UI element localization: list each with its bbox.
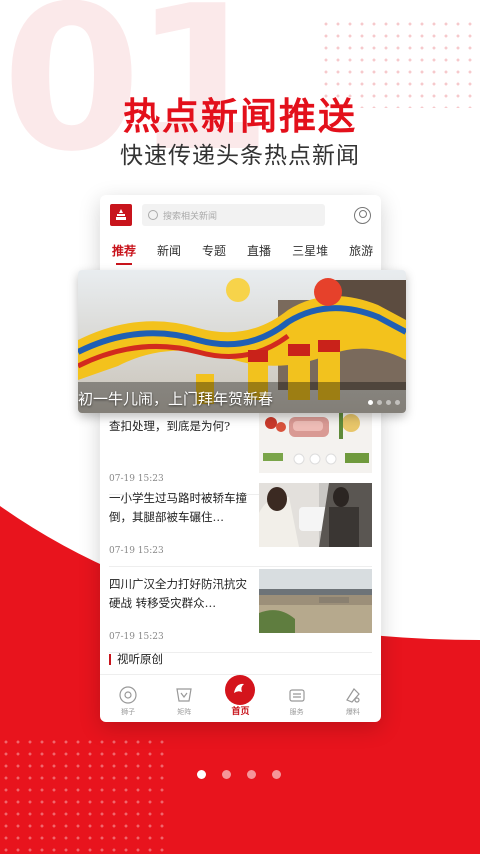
app-header: 搜索相关新闻 (100, 195, 381, 235)
nav-item-label: 爆料 (345, 708, 360, 716)
section-title: 视听原创 (117, 652, 163, 666)
news-thumbnail (259, 569, 372, 633)
disc-icon (119, 686, 137, 704)
tab-travel[interactable]: 旅游 (349, 242, 373, 259)
tab-live[interactable]: 直播 (247, 242, 271, 259)
search-placeholder: 搜索相关新闻 (163, 211, 218, 222)
nav-item-label: 狮子 (121, 708, 136, 716)
nav-item-label: 矩阵 (177, 708, 192, 716)
home-icon (225, 675, 256, 705)
news-title: 一小学生过马路时被轿车撞倒，其腿部被车碾住… (109, 491, 247, 524)
nav-item-home[interactable]: 首页 (220, 675, 260, 717)
nav-item-lion[interactable]: 狮子 (108, 686, 148, 717)
nav-item-label: 服务 (289, 708, 304, 716)
list-item[interactable]: 一小学生过马路时被轿车撞倒，其腿部被车碾住… 07-19 15:23 (109, 481, 372, 567)
page-dot[interactable] (222, 770, 231, 779)
subheadline: 快速传递头条热点新闻 (120, 143, 360, 169)
featured-banner[interactable]: 初一牛儿闹，上门拜年贺新春 (78, 270, 406, 413)
report-icon (345, 688, 360, 703)
page-indicator (197, 770, 281, 779)
banner-dot[interactable] (377, 400, 382, 405)
nav-item-report[interactable]: 爆料 (333, 686, 373, 717)
news-thumbnail (259, 403, 372, 473)
tab-news[interactable]: 新闻 (157, 242, 181, 259)
app-logo[interactable] (110, 204, 132, 226)
banner-dot[interactable] (395, 400, 400, 405)
bottom-navigation: 狮子 矩阵 首页 服务 爆料 (100, 674, 381, 722)
nav-item-matrix[interactable]: 矩阵 (164, 686, 204, 717)
news-thumbnail (259, 483, 372, 547)
banner-caption: 初一牛儿闹，上门拜年贺新春 (78, 390, 274, 408)
dot-pattern-bottom-left (0, 736, 170, 854)
service-icon (289, 689, 305, 702)
search-input[interactable]: 搜索相关新闻 (142, 204, 325, 226)
news-time: 07-19 15:23 (109, 546, 164, 556)
section-header: 视听原创 (109, 651, 163, 667)
matrix-icon (176, 688, 192, 702)
tab-topics[interactable]: 专题 (202, 242, 226, 259)
page-dot-active[interactable] (197, 770, 206, 779)
nav-item-service[interactable]: 服务 (277, 686, 317, 717)
section-marker (109, 653, 111, 665)
banner-dot-active[interactable] (368, 400, 373, 405)
news-title: 四川广汉全力打好防汛抗灾硬战 转移受灾群众… (109, 577, 247, 610)
search-icon (148, 210, 158, 220)
news-title: 查扣处理，到底是为何? (109, 419, 231, 433)
user-avatar-icon[interactable] (354, 206, 371, 224)
news-time: 07-19 15:23 (109, 632, 164, 642)
category-tabs: 推荐 新闻 专题 直播 三星堆 旅游 图 (100, 235, 381, 265)
page-dot[interactable] (272, 770, 281, 779)
nav-item-label: 首页 (231, 707, 250, 717)
headline: 热点新闻推送 (123, 95, 357, 138)
page-dot[interactable] (247, 770, 256, 779)
tab-sanxingdui[interactable]: 三星堆 (292, 242, 328, 259)
banner-pagination (368, 400, 400, 405)
tab-recommend[interactable]: 推荐 (112, 242, 136, 265)
banner-dot[interactable] (386, 400, 391, 405)
list-item[interactable]: 四川广汉全力打好防汛抗灾硬战 转移受灾群众… 07-19 15:23 (109, 567, 372, 653)
